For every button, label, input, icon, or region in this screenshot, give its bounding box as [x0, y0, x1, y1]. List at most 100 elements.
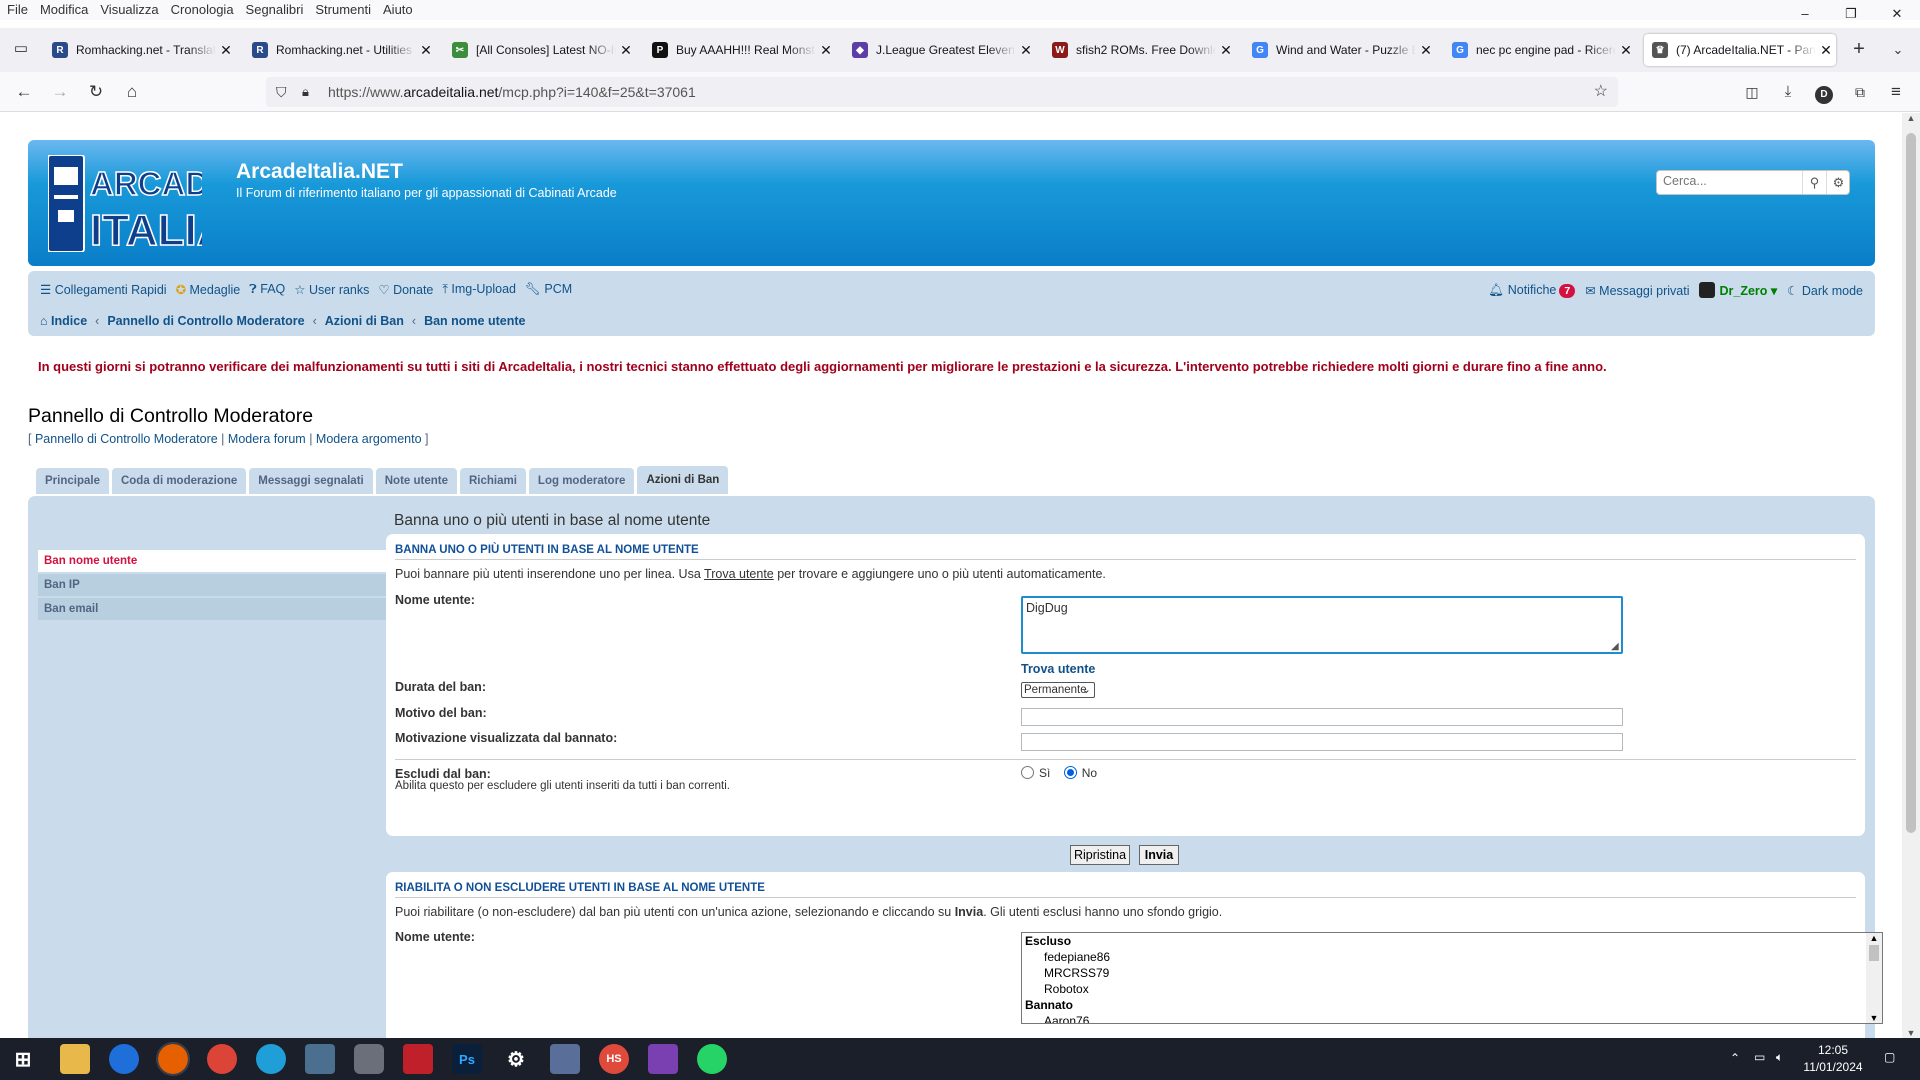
menu-segnalibri[interactable]: Segnalibri [240, 0, 310, 17]
menu-modifica[interactable]: Modifica [34, 0, 94, 17]
tab-close-icon[interactable]: ✕ [1416, 42, 1436, 59]
firefox-icon[interactable] [156, 1042, 190, 1076]
tab-close-icon[interactable]: ✕ [216, 42, 236, 59]
browser-tab[interactable]: Gnec pc engine pad - Ricerc ✕ [1444, 34, 1636, 66]
user-ranks-link[interactable]: ☆ User ranks [294, 282, 369, 297]
reset-button[interactable]: Ripristina [1070, 845, 1130, 865]
home-icon[interactable]: ⌂ [120, 80, 144, 104]
exclude-no-radio[interactable] [1063, 766, 1077, 779]
find-user-link[interactable]: Trova utente [1021, 662, 1095, 676]
new-tab-icon[interactable]: + [1847, 38, 1871, 62]
app-blue-circle-icon[interactable] [109, 1044, 139, 1074]
search-input[interactable] [1663, 174, 1803, 188]
sidenav-ban-username[interactable]: Ban nome utente [38, 550, 394, 572]
submit-button[interactable]: Invia [1139, 845, 1179, 865]
minimize-button[interactable]: – [1782, 0, 1828, 28]
account-avatar-icon[interactable]: D [1815, 86, 1833, 104]
unban-user-listbox[interactable]: Escluso fedepiane86 MRCRSS79 Robotox Ban… [1021, 932, 1883, 1024]
notification-center-icon[interactable]: ▢ [1884, 1050, 1895, 1064]
tab-azioni-di-ban[interactable]: Azioni di Ban [637, 466, 729, 494]
downloads-icon[interactable]: ⤓ [1776, 80, 1800, 104]
hs-app-icon[interactable]: HS [599, 1044, 629, 1074]
tab-messaggi-segnalati[interactable]: Messaggi segnalati [249, 468, 373, 494]
tab-richiami[interactable]: Richiami [459, 468, 526, 494]
back-icon[interactable]: ← [12, 80, 36, 104]
forward-icon[interactable]: → [48, 80, 72, 104]
url-bar[interactable]: ⛉ 🔒︎ https://www.arcadeitalia.net/mcp.ph… [266, 77, 1618, 107]
breadcrumb-mcp[interactable]: Pannello di Controllo Moderatore [107, 314, 304, 328]
lock-icon[interactable]: 🔒︎ [302, 77, 309, 107]
quick-links-menu[interactable]: ☰ Collegamenti Rapidi [40, 282, 167, 297]
shown-reason-input[interactable] [1021, 733, 1623, 751]
donate-link[interactable]: ♡ Donate [378, 282, 433, 297]
camera-icon[interactable] [354, 1044, 384, 1074]
listbox-scrollbar[interactable]: ▲ ▼ [1866, 933, 1882, 1023]
network-icon[interactable]: ▭ [1754, 1050, 1765, 1064]
app-cube-icon[interactable] [648, 1044, 678, 1074]
whatsapp-icon[interactable] [697, 1044, 727, 1074]
scroll-up-icon[interactable]: ▲ [1902, 113, 1920, 123]
clock-time[interactable]: 12:05 [1803, 1043, 1863, 1057]
restore-button[interactable]: ❐ [1828, 0, 1874, 28]
browser-tab[interactable]: R Romhacking.net - Translati ✕ [44, 34, 236, 66]
breadcrumb-ban-username[interactable]: Ban nome utente [424, 314, 525, 328]
listbox-option[interactable]: MRCRSS79 [1022, 965, 1882, 981]
medals-link[interactable]: ✪ Medaglie [176, 282, 241, 297]
resize-handle-icon[interactable]: ◢ [1611, 641, 1619, 652]
find-user-inline-link[interactable]: Trova utente [704, 567, 774, 581]
menu-visualizza[interactable]: Visualizza [94, 0, 164, 17]
browser-tab[interactable]: ◆ J.League Greatest Eleven In ✕ [844, 34, 1036, 66]
browser-tab[interactable]: G Wind and Water - Puzzle B ✕ [1244, 34, 1436, 66]
site-title[interactable]: ArcadeItalia.NET [236, 160, 403, 184]
tab-principale[interactable]: Principale [36, 468, 109, 494]
private-messages-link[interactable]: ✉ Messaggi privati [1585, 283, 1689, 298]
tab-note-utente[interactable]: Note utente [375, 468, 457, 494]
tray-chevron-up-icon[interactable]: ⌃ [1730, 1051, 1740, 1065]
menu-file[interactable]: File [0, 0, 34, 17]
browser-tab[interactable]: P Buy AAAHH!!! Real Monste ✕ [644, 34, 836, 66]
faq-link[interactable]: ❓︎ FAQ [249, 282, 285, 297]
username-textarea[interactable] [1021, 596, 1623, 654]
advanced-search-gear-icon[interactable]: ⚙ [1826, 171, 1850, 194]
close-window-button[interactable]: ✕ [1874, 0, 1920, 28]
scroll-down-icon[interactable]: ▼ [1866, 1013, 1882, 1023]
tab-close-icon[interactable]: ✕ [616, 42, 636, 59]
exclude-yes-radio[interactable] [1021, 766, 1034, 779]
user-menu[interactable]: Dr_Zero ▾ [1699, 282, 1777, 298]
reload-icon[interactable]: ↻ [84, 80, 108, 104]
pcm-link[interactable]: 🔧︎ PCM [525, 282, 572, 297]
sidenav-ban-email[interactable]: Ban email [38, 598, 394, 620]
shield-icon[interactable]: ⛉ [276, 77, 287, 107]
app-menu-icon[interactable]: ≡ [1884, 80, 1908, 104]
site-logo[interactable]: ARCADE ITALIA [47, 154, 232, 256]
breadcrumb-home[interactable]: ⌂ Indice [40, 314, 87, 328]
listbox-option[interactable]: Robotox [1022, 981, 1882, 997]
file-explorer-icon[interactable] [60, 1044, 90, 1074]
menu-strumenti[interactable]: Strumenti [309, 0, 377, 17]
search-icon[interactable]: ⚲ [1802, 171, 1826, 194]
tab-coda-moderazione[interactable]: Coda di moderazione [111, 468, 247, 494]
tab-close-icon[interactable]: ✕ [1216, 42, 1236, 59]
clock-date[interactable]: 11/01/2024 [1797, 1060, 1869, 1074]
extensions-icon[interactable]: ⧉ [1848, 80, 1872, 104]
img-upload-link[interactable]: ⤒ Img-Upload [442, 282, 516, 297]
browser-tab[interactable]: ✂ [All Consoles] Latest NO-In ✕ [444, 34, 636, 66]
sidenav-ban-ip[interactable]: Ban IP [38, 574, 394, 596]
scroll-down-icon[interactable]: ▼ [1902, 1028, 1920, 1038]
browser-tab[interactable]: R Romhacking.net - Utilities ✕ [244, 34, 436, 66]
chrome-icon[interactable] [207, 1044, 237, 1074]
moderate-topic-link[interactable]: Modera argomento [316, 432, 422, 446]
volume-icon[interactable]: 🔈︎ [1776, 1050, 1783, 1065]
bookmark-star-icon[interactable]: ☆ [1594, 77, 1608, 107]
url-text[interactable]: https://www.arcadeitalia.net/mcp.php?i=1… [328, 77, 696, 107]
reason-input[interactable] [1021, 708, 1623, 726]
tab-log-moderatore[interactable]: Log moderatore [528, 468, 635, 494]
menu-cronologia[interactable]: Cronologia [165, 0, 240, 17]
tab-close-icon[interactable]: ✕ [416, 42, 436, 59]
listbox-option[interactable]: fedepiane86 [1022, 949, 1882, 965]
settings-gear-icon[interactable]: ⚙ [501, 1044, 531, 1074]
app-red-icon[interactable] [403, 1044, 433, 1074]
notifications-link[interactable]: 🔔︎ Notifiche 7 [1488, 283, 1576, 298]
scroll-up-icon[interactable]: ▲ [1866, 933, 1882, 943]
edge-icon[interactable] [256, 1044, 286, 1074]
